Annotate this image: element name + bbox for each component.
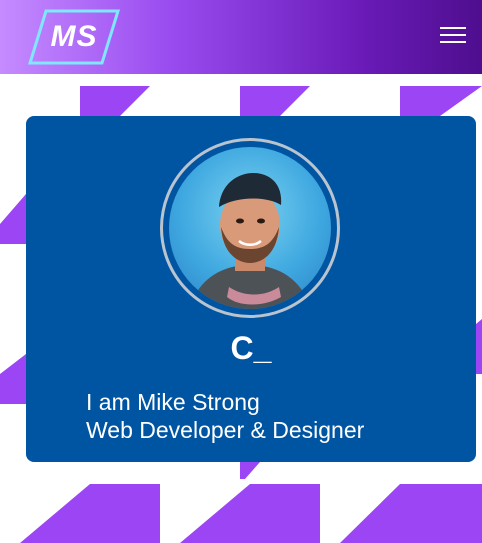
avatar-ring (160, 138, 340, 318)
typed-text: C_ (230, 330, 272, 366)
menu-bar (440, 34, 466, 36)
avatar (169, 147, 331, 309)
logo-text: MS (50, 20, 98, 53)
menu-bar (440, 41, 466, 43)
intro-role-line: Web Developer & Designer (86, 417, 365, 443)
ms-logo[interactable]: MS (28, 8, 120, 66)
profile-photo (189, 173, 311, 309)
hero-card: C_ I am Mike Strong Web Developer & Desi… (26, 116, 476, 462)
intro-text: I am Mike Strong Web Developer & Designe… (86, 388, 364, 444)
menu-bar (440, 27, 466, 29)
site-header: MS (0, 0, 482, 74)
intro-name-line: I am Mike Strong (86, 389, 260, 415)
hamburger-menu-icon[interactable] (440, 27, 466, 47)
